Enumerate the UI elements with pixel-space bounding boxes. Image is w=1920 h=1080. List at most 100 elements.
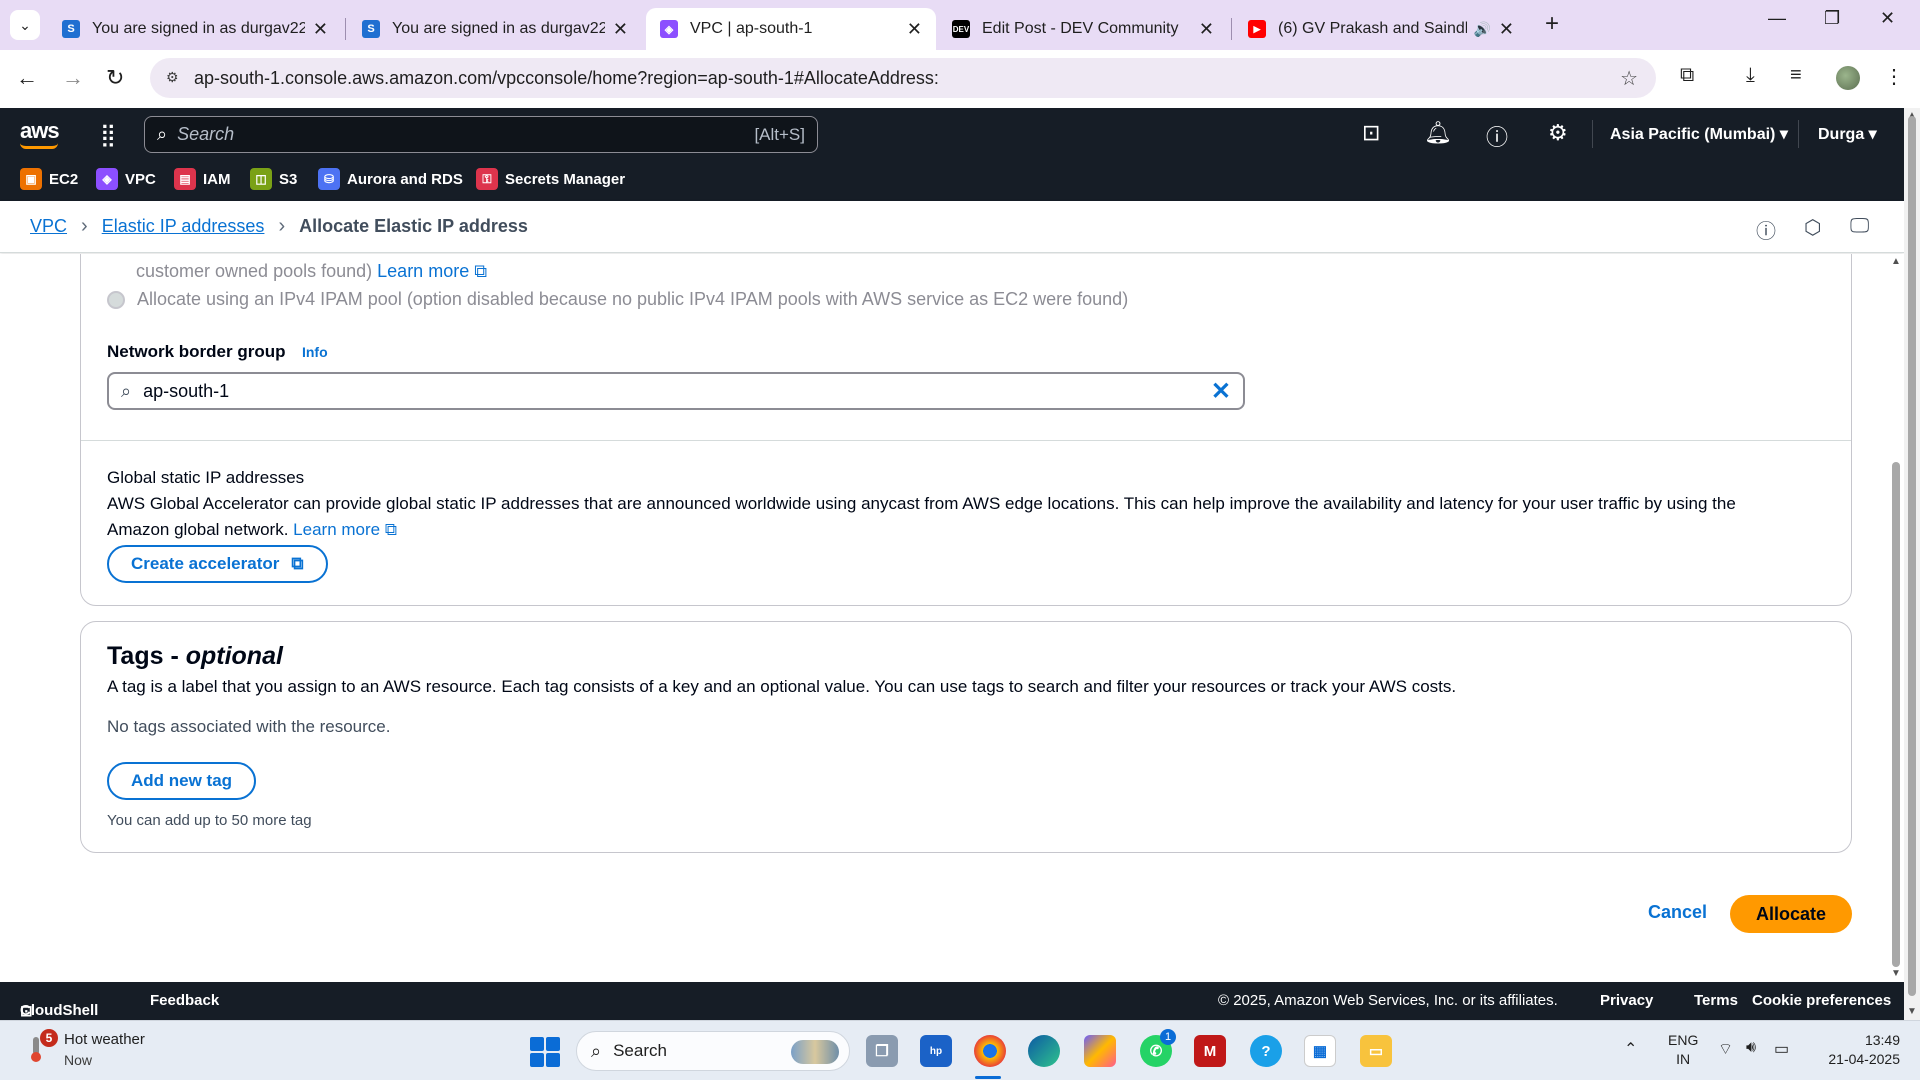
hexagon-settings-icon[interactable]: ⬡	[1804, 215, 1821, 240]
reload-button[interactable]: ↻	[106, 65, 124, 91]
profile-avatar[interactable]	[1836, 66, 1860, 90]
learn-more-link[interactable]: Learn more ⧉	[293, 520, 397, 539]
browser-tab-1[interactable]: S You are signed in as durgav22it ✕	[48, 8, 342, 50]
taskbar-search[interactable]: ⌕ Search	[576, 1031, 850, 1071]
store-app-icon[interactable]: ▦	[1304, 1035, 1336, 1067]
monitor-feedback-icon[interactable]: 🖵	[1850, 215, 1869, 238]
chrome-app-icon[interactable]	[974, 1035, 1006, 1067]
battery-icon[interactable]: ▭	[1774, 1039, 1789, 1059]
help-icon[interactable]: ⓘ	[1486, 120, 1508, 152]
account-menu[interactable]: Durga ▾	[1818, 124, 1877, 144]
show-hidden-icons-chevron-icon[interactable]: ⌃	[1624, 1039, 1637, 1059]
back-button[interactable]: ←	[16, 65, 38, 91]
settings-gear-icon[interactable]: ⚙	[1548, 120, 1568, 146]
favorite-s3[interactable]: ◫ S3	[250, 168, 297, 190]
settings-panel: customer owned pools found) Learn more ⧉…	[80, 254, 1852, 606]
scrollbar-thumb[interactable]	[1908, 116, 1916, 996]
close-icon[interactable]: ✕	[613, 19, 628, 40]
taskbar-search-label: Search	[613, 1041, 667, 1060]
terms-link[interactable]: Terms	[1694, 992, 1738, 1009]
mcafee-app-icon[interactable]: M	[1194, 1035, 1226, 1067]
region-selector[interactable]: Asia Pacific (Mumbai) ▾	[1610, 124, 1788, 144]
browser-tab-active[interactable]: ◈ VPC | ap-south-1 ✕	[646, 8, 936, 50]
favorite-secrets-manager[interactable]: ⚿ Secrets Manager	[476, 168, 625, 190]
content-scrollbar[interactable]: ▲ ▼	[1888, 254, 1904, 982]
browser-tab-5[interactable]: ▶ (6) GV Prakash and Saindha 🔊 ✕	[1234, 8, 1528, 50]
cancel-button[interactable]: Cancel	[1648, 902, 1707, 923]
minimize-button[interactable]: —	[1768, 8, 1786, 29]
system-clock[interactable]: 13:49 21-04-2025	[1810, 1031, 1900, 1069]
iam-icon: ▤	[174, 168, 196, 190]
privacy-link[interactable]: Privacy	[1600, 992, 1653, 1009]
allocate-button[interactable]: Allocate	[1730, 895, 1852, 933]
browser-tab-4[interactable]: DEV Edit Post - DEV Community ✕	[938, 8, 1228, 50]
new-tab-button[interactable]: +	[1545, 10, 1559, 38]
header-divider	[1592, 120, 1593, 148]
scroll-up-arrow-icon[interactable]: ▲	[1891, 256, 1901, 267]
notifications-bell-icon[interactable]: 🔔︎	[1424, 120, 1452, 146]
scroll-down-arrow-icon[interactable]: ▼	[1907, 1006, 1917, 1017]
address-bar[interactable]: ⚙ ap-south-1.console.aws.amazon.com/vpcc…	[150, 58, 1656, 98]
bookmark-star-icon[interactable]: ☆	[1620, 66, 1638, 91]
favorite-ec2[interactable]: ▣ EC2	[20, 168, 78, 190]
speaker-icon[interactable]: 🔊	[1473, 21, 1490, 38]
copilot-app-icon[interactable]	[1084, 1035, 1116, 1067]
close-icon[interactable]: ✕	[907, 19, 922, 40]
task-view-icon[interactable]: ❐	[866, 1035, 898, 1067]
cookie-preferences-link[interactable]: Cookie preferences	[1752, 992, 1891, 1009]
extensions-icon[interactable]: ⧉	[1680, 64, 1694, 87]
myhp-app-icon[interactable]: hp	[920, 1035, 952, 1067]
info-link[interactable]: Info	[302, 344, 328, 360]
browser-tab-2[interactable]: S You are signed in as durgav22it ✕	[348, 8, 642, 50]
media-control-icon[interactable]: ≡	[1790, 64, 1802, 87]
wifi-icon[interactable]: ⌔	[1718, 1039, 1733, 1059]
tags-empty-state: No tags associated with the resource.	[107, 717, 391, 736]
secrets-manager-icon: ⚿	[476, 168, 498, 190]
close-icon[interactable]: ✕	[1499, 19, 1514, 40]
aws-footer: ⊡ CloudShell Feedback © 2025, Amazon Web…	[0, 982, 1904, 1020]
clear-icon[interactable]: ✕	[1211, 377, 1231, 406]
feedback-link[interactable]: Feedback	[150, 992, 219, 1009]
breadcrumb-vpc[interactable]: VPC	[30, 216, 67, 237]
language-code: ENG	[1668, 1032, 1699, 1048]
close-icon[interactable]: ✕	[313, 19, 328, 40]
breadcrumb-elastic-ip[interactable]: Elastic IP addresses	[102, 216, 265, 237]
close-icon[interactable]: ✕	[1199, 19, 1214, 40]
scrollbar-thumb[interactable]	[1892, 462, 1900, 967]
page-scrollbar[interactable]: ▲ ▼	[1904, 108, 1920, 1020]
volume-icon[interactable]: 🔊︎	[1746, 1039, 1756, 1057]
favorite-vpc[interactable]: ◈ VPC	[96, 168, 156, 190]
learn-more-link[interactable]: Learn more ⧉	[377, 261, 487, 281]
tab-search-button[interactable]: ⌄	[10, 10, 40, 40]
ipam-radio[interactable]	[107, 291, 125, 310]
ipam-pool-option: Allocate using an IPv4 IPAM pool (option…	[107, 289, 1128, 310]
aws-search-bar[interactable]: ⌕ Search [Alt+S]	[144, 116, 818, 153]
cloudshell-icon[interactable]: ⊡	[1362, 120, 1380, 146]
aws-logo[interactable]: aws	[20, 118, 60, 144]
input-language[interactable]: ENG IN	[1668, 1031, 1698, 1069]
tags-title-optional: optional	[185, 642, 283, 670]
region-code: IN	[1676, 1051, 1691, 1067]
whatsapp-badge: 1	[1160, 1029, 1176, 1045]
help-app-icon[interactable]: ?	[1250, 1035, 1282, 1067]
windows-start-icon[interactable]	[530, 1037, 560, 1067]
restore-button[interactable]: ❐	[1824, 8, 1840, 29]
edge-app-icon[interactable]	[1028, 1035, 1060, 1067]
file-explorer-icon[interactable]: ▭	[1360, 1035, 1392, 1067]
scroll-down-arrow-icon[interactable]: ▼	[1891, 968, 1901, 979]
download-icon[interactable]: ⤓	[1746, 64, 1755, 87]
create-accelerator-button[interactable]: Create accelerator ⧉	[107, 545, 328, 583]
info-panel-icon[interactable]: ⓘ	[1756, 215, 1776, 244]
tab-divider	[1231, 18, 1232, 40]
window-close-button[interactable]: ✕	[1880, 8, 1895, 29]
forward-button[interactable]: →	[62, 65, 84, 91]
favorite-iam[interactable]: ▤ IAM	[174, 168, 231, 190]
network-border-group-input[interactable]: ⌕ ap-south-1 ✕	[107, 372, 1245, 410]
site-info-icon[interactable]: ⚙	[166, 69, 179, 86]
browser-menu-icon[interactable]: ⋮	[1884, 64, 1904, 89]
add-new-tag-button[interactable]: Add new tag	[107, 762, 257, 800]
favorite-aurora-rds[interactable]: ⛁ Aurora and RDS	[318, 168, 463, 190]
dev-favicon-icon: DEV	[952, 20, 970, 38]
services-grid-icon[interactable]: ⣿	[100, 122, 116, 148]
desc-tail: Amazon global network.	[107, 520, 289, 539]
